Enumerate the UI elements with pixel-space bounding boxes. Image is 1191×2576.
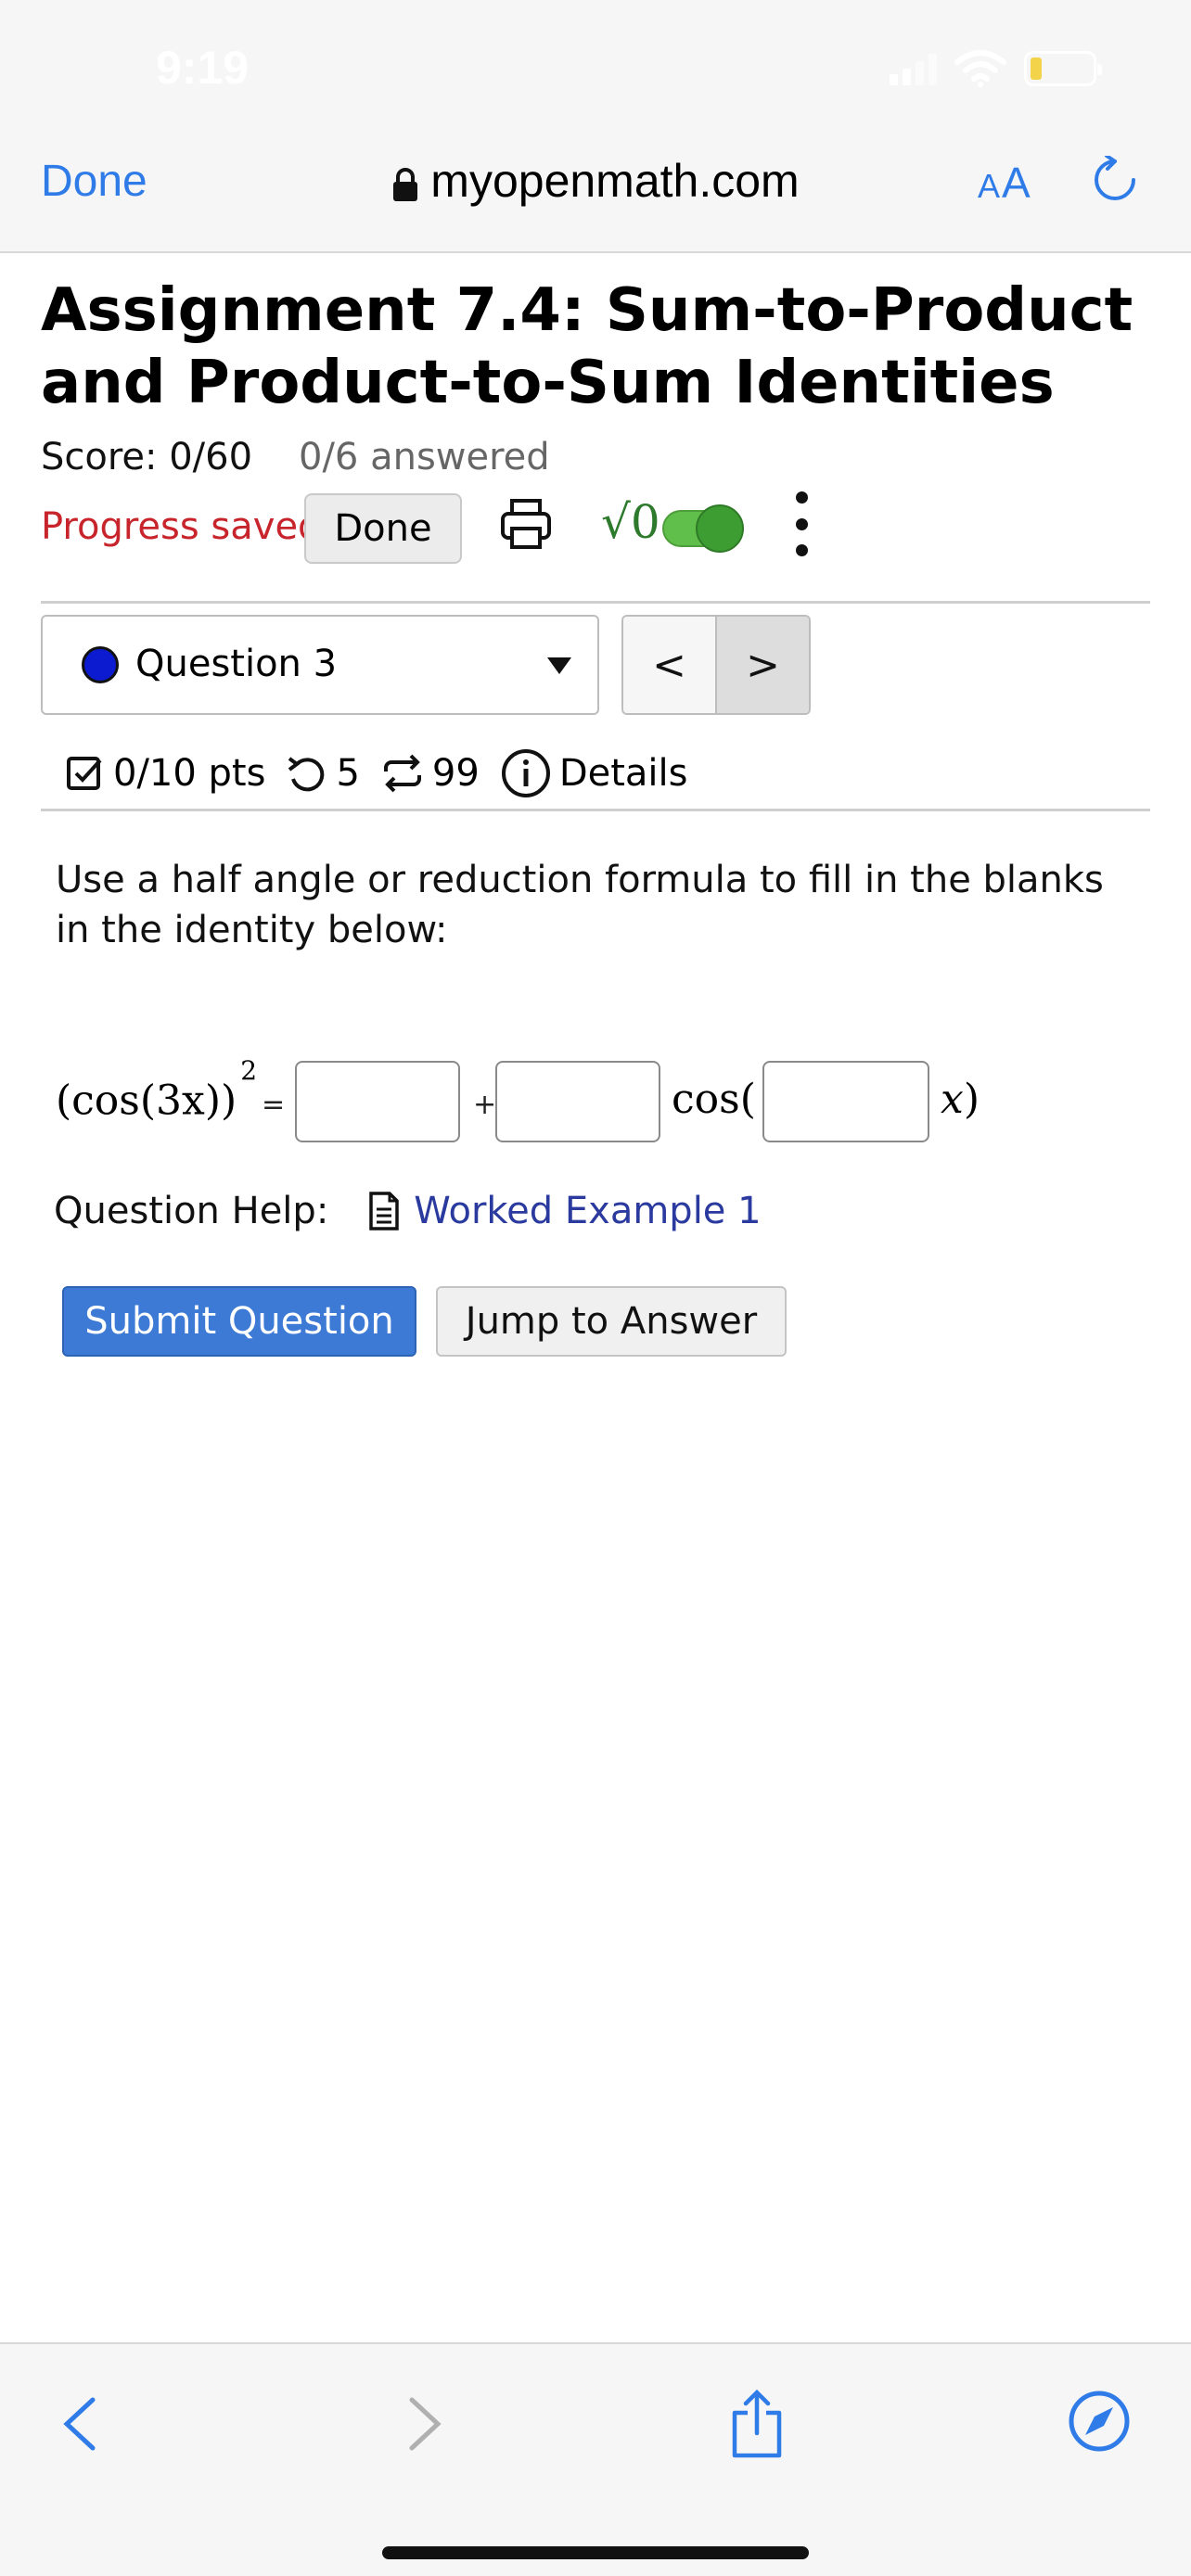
versions-text: 99 <box>431 752 480 795</box>
versions-info: 99 <box>380 752 480 795</box>
points-text: 0/10 pts <box>113 752 266 795</box>
status-icons <box>890 48 1102 89</box>
question-status-dot <box>82 646 119 683</box>
forward-chevron-icon[interactable] <box>404 2394 445 2454</box>
url-text: myopenmath.com <box>430 155 800 207</box>
math-entry-toggle[interactable] <box>662 504 744 553</box>
answered-count: 0/6 answered <box>299 436 550 478</box>
status-time: 9:19 <box>156 42 250 94</box>
cos-function: cos( <box>672 1076 756 1123</box>
x-variable: x) <box>941 1076 980 1123</box>
question-help-label: Question Help: <box>54 1190 329 1232</box>
assignment-done-button[interactable]: Done <box>304 493 462 564</box>
browser-bottom-bar <box>0 2342 1191 2576</box>
attempts-info: 5 <box>286 752 360 795</box>
math-entry-toggle-label: √0 <box>601 495 660 549</box>
cellular-signal-icon <box>890 52 937 85</box>
equals-sign: = <box>262 1089 286 1121</box>
compass-icon[interactable] <box>1067 2389 1132 2454</box>
answer-blank-1[interactable] <box>295 1061 460 1142</box>
answer-blank-2[interactable] <box>495 1061 660 1142</box>
question-selector[interactable]: Question 3 <box>41 615 599 715</box>
answer-blank-3[interactable] <box>762 1061 929 1142</box>
plus-sign: + <box>473 1089 497 1121</box>
next-question-button[interactable]: > <box>715 617 809 713</box>
vertical-ellipsis-icon[interactable] <box>794 491 809 556</box>
wifi-icon <box>954 50 1006 87</box>
question-prompt: Use a half angle or reduction formula to… <box>56 859 1104 951</box>
lock-icon <box>393 167 418 201</box>
progress-status: Progress saved <box>41 505 322 548</box>
identity-equation: (cos(3x))2 = + cos( x) <box>56 1055 1141 1146</box>
question-meta: 0/10 pts 5 99 Details <box>65 746 708 801</box>
browser-top-bar: 9:19 Done myopenmath.com AA <box>0 0 1191 253</box>
checkbox-icon <box>67 757 102 790</box>
jump-to-answer-button[interactable]: Jump to Answer <box>436 1286 787 1357</box>
points-info: 0/10 pts <box>65 752 265 795</box>
details-link[interactable]: Details <box>500 747 688 799</box>
undo-icon <box>288 757 325 792</box>
previous-question-button[interactable]: < <box>623 617 715 713</box>
submit-question-button[interactable]: Submit Question <box>62 1286 416 1357</box>
share-icon[interactable] <box>727 2389 787 2459</box>
page-title: Assignment 7.4: Sum-to-Product and Produ… <box>41 276 1133 417</box>
attempts-text: 5 <box>336 752 360 795</box>
question-selector-label: Question 3 <box>135 643 338 685</box>
score-text: Score: 0/60 <box>41 436 253 478</box>
divider <box>41 809 1150 811</box>
back-chevron-icon[interactable] <box>59 2394 100 2454</box>
document-icon <box>369 1192 400 1231</box>
caret-down-icon <box>547 657 571 674</box>
question-help: Question Help: Worked Example 1 <box>54 1185 762 1237</box>
details-text: Details <box>558 752 688 795</box>
battery-icon <box>1024 51 1102 86</box>
repeat-icon <box>383 754 421 793</box>
divider <box>41 601 1150 604</box>
question-pager: < > <box>621 615 811 715</box>
printer-icon[interactable] <box>497 495 555 553</box>
worked-example-link[interactable]: Worked Example 1 <box>414 1190 761 1232</box>
home-indicator <box>382 2546 809 2559</box>
reload-icon[interactable] <box>1091 156 1139 204</box>
text-size-button[interactable]: AA <box>978 158 1032 208</box>
equation-lhs: (cos(3x))2 <box>56 1055 258 1125</box>
info-icon <box>501 749 550 797</box>
